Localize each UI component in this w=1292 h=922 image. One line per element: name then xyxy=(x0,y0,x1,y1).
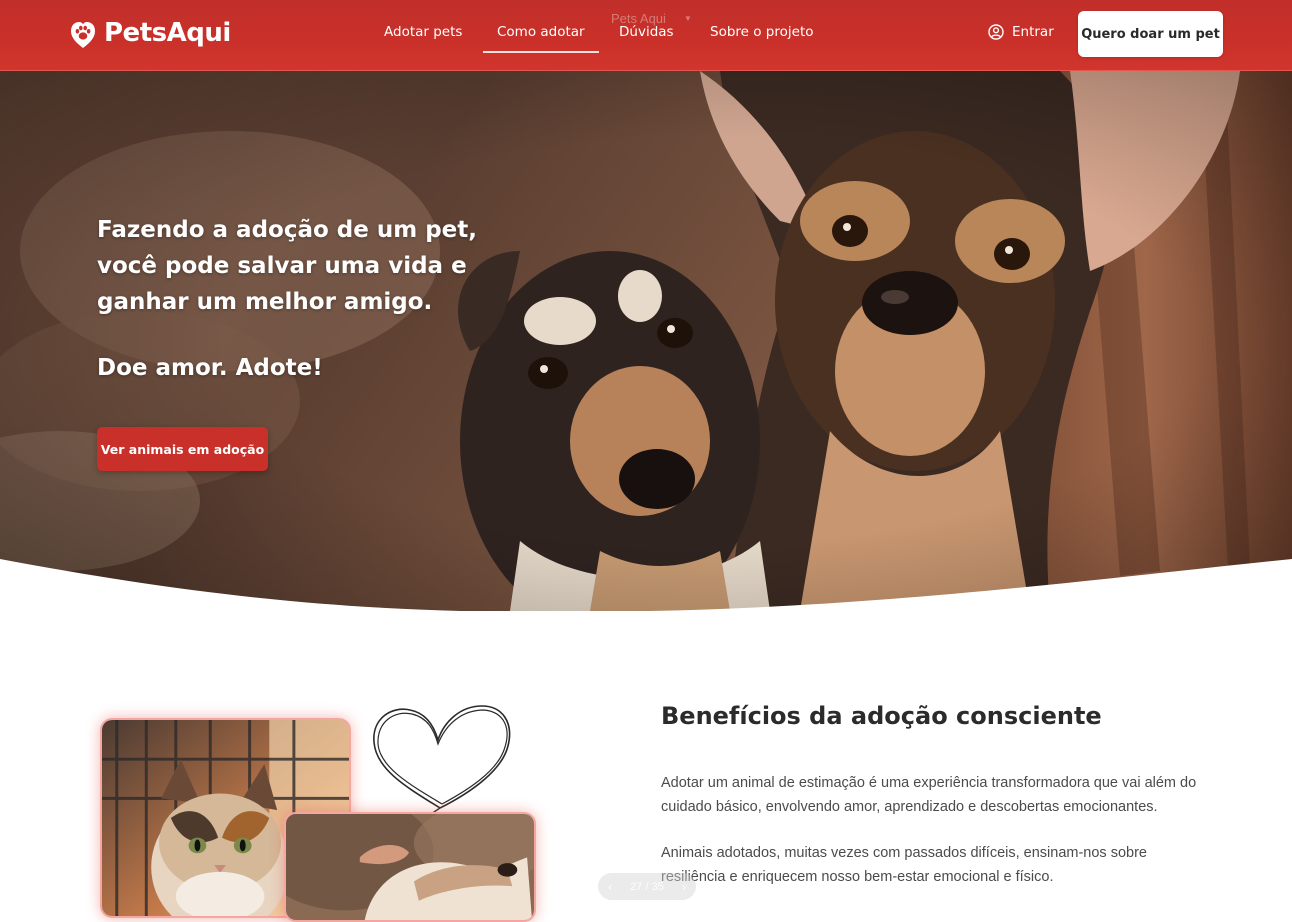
nav-adotar-pets[interactable]: Adotar pets xyxy=(384,24,462,40)
pager-counter: 27 / 35 xyxy=(630,880,664,893)
site-header: PetsAqui Pets Aqui ▼ Adotar pets Como ad… xyxy=(0,0,1292,71)
hero-title-line-3: ganhar um melhor amigo. xyxy=(97,289,433,315)
benefits-title: Benefícios da adoção consciente xyxy=(661,702,1102,730)
login-label: Entrar xyxy=(1012,24,1054,40)
benefits-paragraph-1: Adotar um animal de estimação é uma expe… xyxy=(661,775,1197,815)
paw-heart-icon xyxy=(71,22,95,48)
hero-title: Fazendo a adoção de um pet, você pode sa… xyxy=(97,212,497,320)
nav-duvidas[interactable]: Dúvidas xyxy=(619,24,674,40)
login-link[interactable]: Entrar xyxy=(988,24,1054,40)
chevron-left-icon[interactable]: ‹ xyxy=(608,880,612,894)
hero-subtitle: Doe amor. Adote! xyxy=(97,355,323,381)
user-circle-icon xyxy=(988,24,1004,40)
nav-sobre-o-projeto[interactable]: Sobre o projeto xyxy=(710,24,814,40)
see-animals-button[interactable]: Ver animais em adoção xyxy=(97,427,268,471)
chevron-right-icon[interactable]: › xyxy=(682,880,686,894)
heart-doodle-icon xyxy=(373,705,511,816)
nav-como-adotar[interactable]: Como adotar xyxy=(483,24,599,53)
dog-photo xyxy=(284,812,536,922)
hero-puppies-image xyxy=(0,71,1292,611)
logo-text: PetsAqui xyxy=(104,18,231,48)
hero-title-line-1: Fazendo a adoção de um pet, xyxy=(97,217,478,243)
dog-being-petted-image xyxy=(286,814,534,920)
hero-title-line-2: você pode salvar uma vida e xyxy=(97,253,467,279)
caret-down-icon: ▼ xyxy=(683,14,692,23)
logo[interactable]: PetsAqui xyxy=(70,16,231,50)
hero-section: Fazendo a adoção de um pet, você pode sa… xyxy=(0,71,1292,611)
benefits-paragraph-2: Animais adotados, muitas vezes com passa… xyxy=(661,845,1147,885)
donate-pet-button[interactable]: Quero doar um pet xyxy=(1078,11,1223,57)
slide-pager: ‹ 27 / 35 › xyxy=(598,873,696,900)
